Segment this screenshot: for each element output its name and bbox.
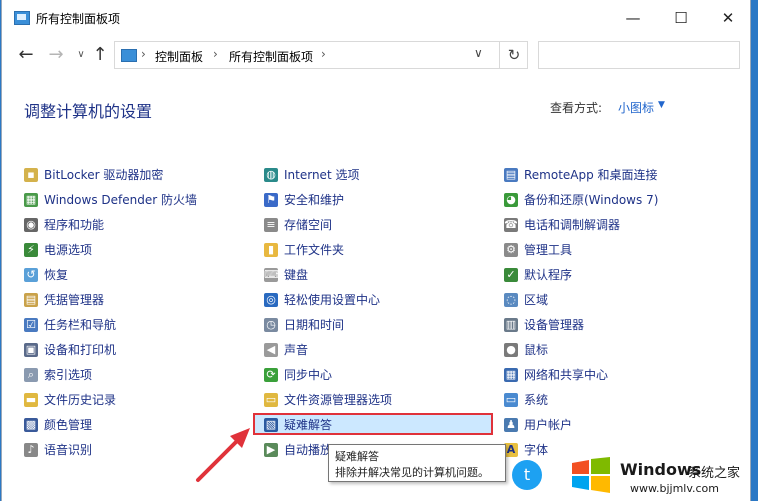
troubleshoot-icon: ▧: [264, 418, 278, 432]
sync-icon: ⟳: [264, 368, 278, 382]
internet-icon: ◍: [264, 168, 278, 182]
folder-options-icon: ▭: [264, 393, 278, 407]
watermark: t Windows 系统之家 www.bjjmlv.com: [500, 452, 758, 501]
forward-button[interactable]: →: [44, 42, 68, 68]
clock-icon: ◷: [264, 318, 278, 332]
mouse-icon: ●: [504, 343, 518, 357]
title-bar: 所有控制面板项 — ☐ ✕: [2, 0, 750, 36]
breadcrumb-separator[interactable]: ›: [321, 47, 326, 61]
power-icon: ⚡: [24, 243, 38, 257]
printer-icon: ▣: [24, 343, 38, 357]
remoteapp-icon: ▤: [504, 168, 518, 182]
watermark-cn: 系统之家: [688, 466, 741, 481]
watermark-url: www.bjjmlv.com: [630, 482, 719, 495]
firewall-icon: ▦: [24, 193, 38, 207]
autoplay-icon: ▶: [264, 443, 278, 457]
folder-icon: ▮: [264, 243, 278, 257]
phone-icon: ☎: [504, 218, 518, 232]
recovery-icon: ↺: [24, 268, 38, 282]
control-panel-icon: [14, 11, 30, 25]
address-dropdown-button[interactable]: ∨: [474, 46, 483, 60]
up-button[interactable]: ↑: [88, 42, 112, 68]
file-history-icon: ▬: [24, 393, 38, 407]
maximize-button[interactable]: ☐: [658, 0, 704, 36]
microphone-icon: ♪: [24, 443, 38, 457]
speaker-icon: ◀: [264, 343, 278, 357]
breadcrumb-separator[interactable]: ›: [141, 47, 146, 61]
taskbar-icon: ☑: [24, 318, 38, 332]
programs-icon: ◉: [24, 218, 38, 232]
keyboard-icon: ⌨: [264, 268, 280, 282]
tooltip: 疑难解答 排除并解决常见的计算机问题。: [328, 444, 506, 482]
tooltip-title: 疑难解答: [335, 450, 379, 463]
default-programs-icon: ✓: [504, 268, 518, 282]
index-icon: ⌕: [24, 368, 38, 382]
address-bar[interactable]: › 控制面板 › 所有控制面板项 › ∨ ↻: [114, 41, 528, 69]
chevron-down-icon[interactable]: ▼: [658, 100, 665, 110]
system-icon: ▭: [504, 393, 518, 407]
page-title: 调整计算机的设置: [24, 102, 153, 121]
backup-icon: ◕: [504, 193, 518, 207]
tooltip-description: 排除并解决常见的计算机问题。: [335, 466, 489, 479]
tools-icon: ⚙: [504, 243, 518, 257]
refresh-button[interactable]: ↻: [499, 42, 528, 68]
view-by-label: 查看方式:: [550, 101, 603, 115]
device-manager-icon: ▥: [504, 318, 518, 332]
storage-icon: ≡: [264, 218, 278, 232]
windows-logo-icon: [572, 457, 610, 493]
ease-of-access-icon: ◎: [264, 293, 278, 307]
window-title: 所有控制面板项: [36, 12, 121, 26]
breadcrumb-control-panel[interactable]: 控制面板: [155, 48, 203, 65]
search-input[interactable]: [538, 41, 740, 69]
flag-icon: ⚑: [264, 193, 278, 207]
minimize-button[interactable]: —: [610, 0, 656, 36]
control-panel-icon: [121, 49, 137, 62]
user-icon: ♟: [504, 418, 518, 432]
breadcrumb-all-items[interactable]: 所有控制面板项: [229, 48, 313, 65]
bitlocker-icon: ▪: [24, 168, 38, 182]
view-by-dropdown[interactable]: 小图标: [618, 99, 654, 116]
breadcrumb-separator[interactable]: ›: [213, 47, 218, 61]
twitter-icon: t: [512, 460, 542, 490]
network-icon: ▦: [504, 368, 518, 382]
credential-icon: ▤: [24, 293, 38, 307]
close-button[interactable]: ✕: [705, 0, 750, 36]
color-icon: ▩: [24, 418, 38, 432]
back-button[interactable]: ←: [14, 42, 38, 68]
region-icon: ◌: [504, 293, 518, 307]
control-panel-window: 所有控制面板项 — ☐ ✕ ← → ∨ ↑ › 控制面板 › 所有控制面板项 ›…: [2, 0, 750, 501]
